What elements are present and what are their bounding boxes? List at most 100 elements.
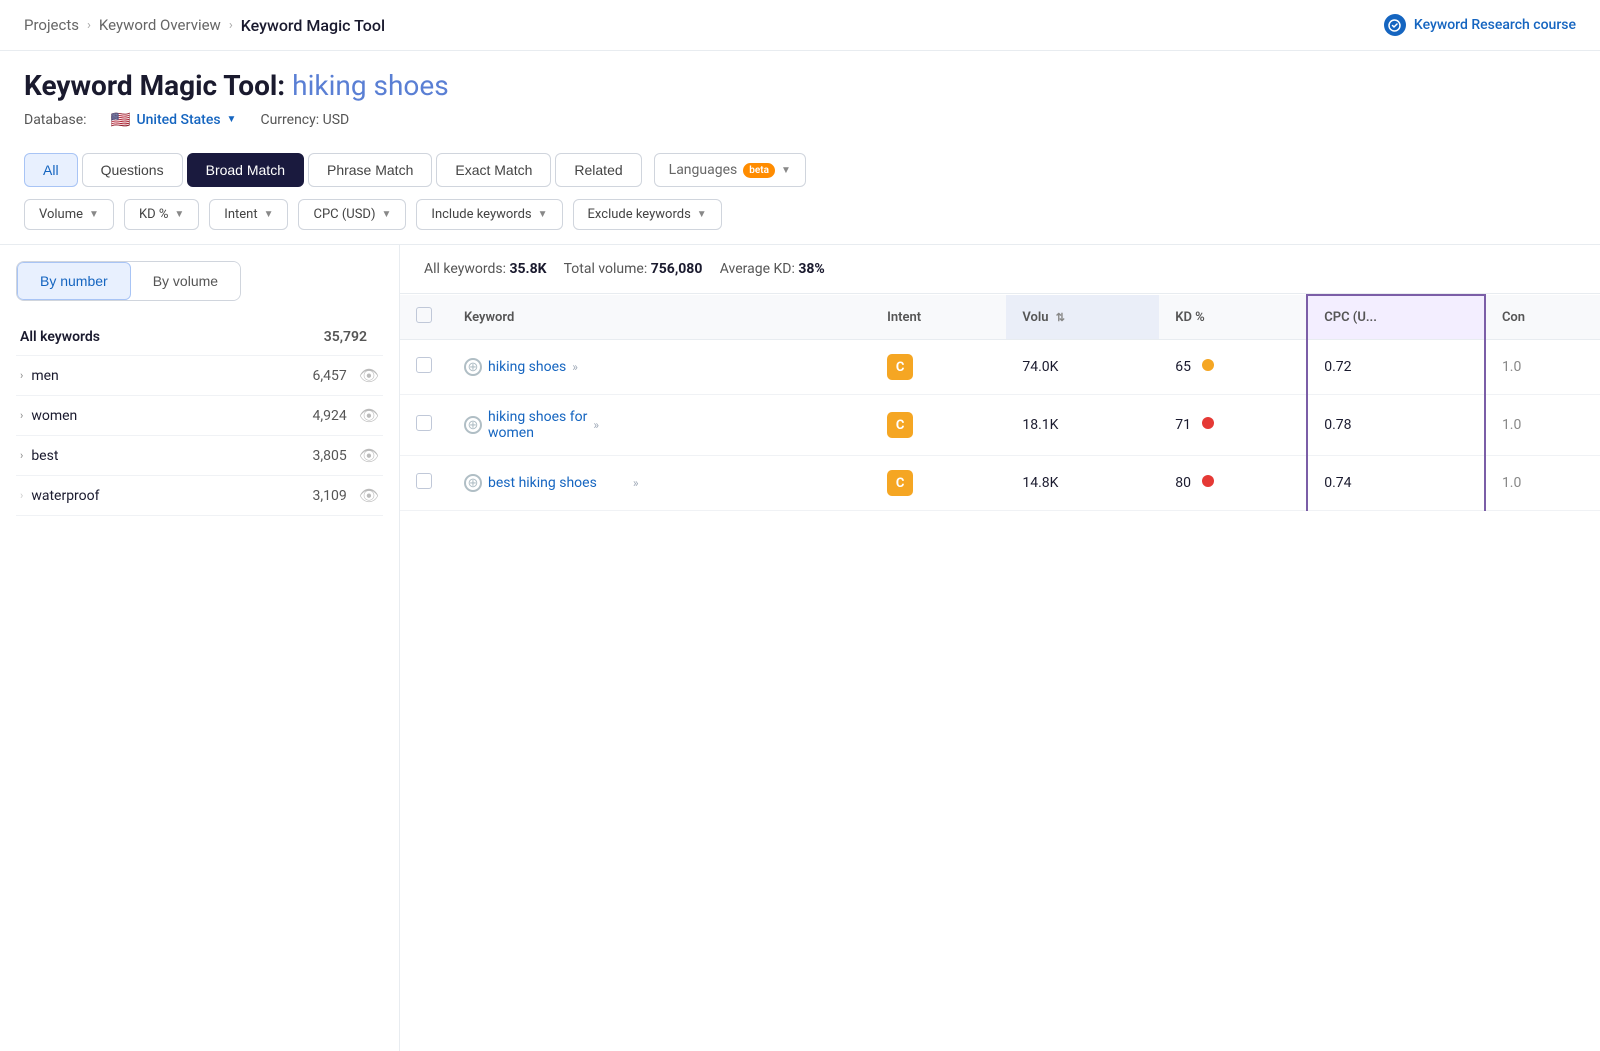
sidebar-all-keywords-label: All keywords [20,329,317,345]
languages-label: Languages [669,162,738,178]
add-keyword-button[interactable]: ⊕ [464,474,482,492]
eye-icon[interactable]: 👁 [359,366,379,385]
page-wrapper: Projects › Keyword Overview › Keyword Ma… [0,0,1600,1051]
row-checkbox-cell [400,340,448,395]
keyword-cell: ⊕ best hiking shoes » [448,456,871,511]
db-country: United States [136,112,220,128]
breadcrumb-current: Keyword Magic Tool [241,16,385,35]
col-header-intent: Intent [871,295,1006,340]
list-item[interactable]: › best 3,805 👁 [16,436,383,476]
arrows-icon: » [633,476,639,490]
list-item[interactable]: › men 6,457 👁 [16,356,383,396]
avg-kd-label: Average KD: [720,261,795,277]
select-all-checkbox[interactable] [416,307,432,323]
include-keywords-filter[interactable]: Include keywords ▼ [416,199,562,230]
add-keyword-button[interactable]: ⊕ [464,358,482,376]
sidebar-all-keywords-count: 35,792 [317,329,367,345]
keyword-link[interactable]: ⊕ hiking shoes » [464,358,855,376]
keyword-cell: ⊕ hiking shoes forwomen » [448,395,871,456]
exclude-keywords-filter[interactable]: Exclude keywords ▼ [573,199,722,230]
sidebar-keyword-count: 3,109 [297,488,347,504]
eye-icon[interactable]: 👁 [359,446,379,465]
keyword-text: best hiking shoes [488,475,597,491]
kd-dot-icon [1202,359,1214,371]
table-row: ⊕ hiking shoes forwomen » C 18.1K 71 [400,395,1600,456]
sidebar-keyword-count: 3,805 [297,448,347,464]
right-content: All keywords: 35.8K Total volume: 756,08… [400,245,1600,1051]
keyword-link[interactable]: ⊕ best hiking shoes » [464,474,855,492]
avg-kd-value: 38% [798,261,824,277]
cpc-cell: 0.74 [1307,456,1485,511]
intent-chevron-icon: ▼ [264,209,274,220]
kd-value: 71 [1175,417,1191,433]
include-chevron-icon: ▼ [538,209,548,220]
row-checkbox[interactable] [416,415,432,431]
chevron-right-icon: › [20,409,23,422]
keyword-link[interactable]: ⊕ hiking shoes forwomen » [464,409,855,441]
total-volume-value: 756,080 [651,261,703,277]
keyword-query: hiking shoes [292,69,449,102]
col-header-volume[interactable]: Volu ⇅ [1006,295,1159,340]
kd-cell: 80 [1159,456,1307,511]
tab-all[interactable]: All [24,153,78,187]
tab-exact-match[interactable]: Exact Match [436,153,551,187]
intent-filter[interactable]: Intent ▼ [209,199,288,230]
breadcrumb-sep-2: › [229,18,233,33]
left-sidebar: By number By volume All keywords 35,792 … [0,245,400,1051]
col-header-cpc: CPC (U... [1307,295,1485,340]
sidebar-keyword-list: All keywords 35,792 › men 6,457 👁 › wome… [16,319,383,516]
by-volume-button[interactable]: By volume [131,262,240,300]
exclude-keywords-label: Exclude keywords [588,207,691,222]
sidebar-keyword-name: best [31,448,296,464]
sidebar-header-row: All keywords 35,792 [16,319,383,356]
by-number-button[interactable]: By number [17,262,131,300]
sidebar-keyword-count: 6,457 [297,368,347,384]
list-item[interactable]: › waterproof 3,109 👁 [16,476,383,516]
sidebar-keyword-name: waterproof [31,488,296,504]
eye-icon[interactable]: 👁 [359,486,379,505]
breadcrumb-sep-1: › [87,18,91,33]
tab-related[interactable]: Related [555,153,641,187]
breadcrumb-overview[interactable]: Keyword Overview [99,16,221,34]
volume-cell: 74.0K [1006,340,1159,395]
col-header-kd: KD % [1159,295,1307,340]
kd-dot-icon [1202,475,1214,487]
cpc-filter[interactable]: CPC (USD) ▼ [298,199,406,230]
eye-icon[interactable]: 👁 [359,406,379,425]
course-link[interactable]: Keyword Research course [1384,14,1576,36]
page-meta: Database: 🇺🇸 United States ▼ Currency: U… [24,110,1576,129]
match-tabs: All Questions Broad Match Phrase Match E… [24,153,1576,187]
table-row: ⊕ hiking shoes » C 74.0K 65 [400,340,1600,395]
breadcrumb-projects[interactable]: Projects [24,16,79,34]
add-keyword-button[interactable]: ⊕ [464,416,482,434]
keyword-text: hiking shoes forwomen [488,409,587,441]
tab-languages[interactable]: Languages beta ▼ [654,153,806,187]
kd-cell: 71 [1159,395,1307,456]
page-title: Keyword Magic Tool: hiking shoes [24,69,1576,102]
kd-filter[interactable]: KD % ▼ [124,199,199,230]
sidebar-keyword-name: men [31,368,296,384]
tab-broad-match[interactable]: Broad Match [187,153,304,187]
intent-cell: C [871,395,1006,456]
sort-icon: ⇅ [1056,311,1065,324]
volume-filter[interactable]: Volume ▼ [24,199,114,230]
tab-phrase-match[interactable]: Phrase Match [308,153,432,187]
currency-label: Currency: USD [260,112,349,128]
kd-cell: 65 [1159,340,1307,395]
view-toggle: By number By volume [16,261,241,301]
tab-questions[interactable]: Questions [82,153,183,187]
cpc-cell: 0.72 [1307,340,1485,395]
con-cell: 1.0 [1485,395,1600,456]
volume-label: Volume [39,207,83,222]
chevron-right-icon: › [20,449,23,462]
keyword-text: hiking shoes [488,359,566,375]
row-checkbox[interactable] [416,473,432,489]
filter-dropdowns: Volume ▼ KD % ▼ Intent ▼ CPC (USD) ▼ Inc… [24,199,1576,230]
list-item[interactable]: › women 4,924 👁 [16,396,383,436]
main-content: By number By volume All keywords 35,792 … [0,245,1600,1051]
languages-chevron-icon: ▼ [781,165,791,176]
kd-value: 65 [1175,359,1191,375]
db-selector[interactable]: 🇺🇸 United States ▼ [111,110,237,129]
volume-cell: 14.8K [1006,456,1159,511]
row-checkbox[interactable] [416,357,432,373]
